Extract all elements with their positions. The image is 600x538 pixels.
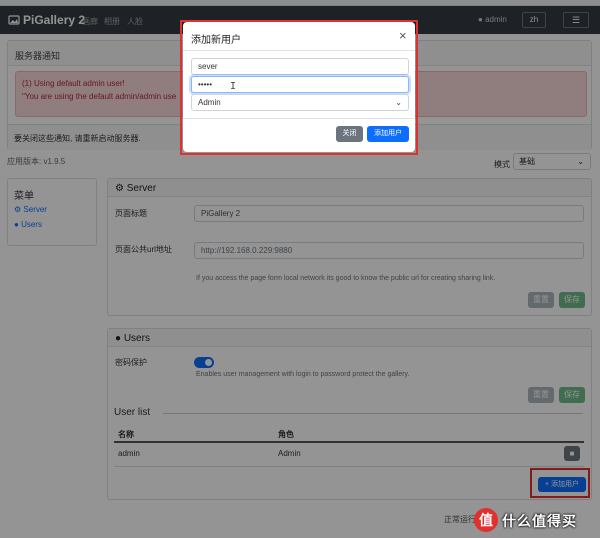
close-icon[interactable]: × <box>399 28 407 43</box>
chevron-down-icon: ⌄ <box>395 98 402 107</box>
modal-add-user-button[interactable]: 添加用户 <box>367 126 409 142</box>
role-value: Admin <box>198 98 221 107</box>
username-input[interactable]: sever <box>191 58 409 75</box>
password-mask: ••••• <box>198 80 213 89</box>
watermark-text: 什么值得买 <box>502 513 577 529</box>
modal-header-divider <box>183 50 415 51</box>
text-cursor-icon: I <box>230 81 237 92</box>
modal-close-button[interactable]: 关闭 <box>336 126 363 142</box>
watermark: 值 什么值得买 <box>474 508 600 534</box>
modal-title: 添加新用户 <box>191 35 241 46</box>
role-select[interactable]: Admin ⌄ <box>191 94 409 111</box>
modal-footer-divider <box>183 118 415 119</box>
add-user-modal: 添加新用户 × sever ••••• I Admin ⌄ 关闭 添加用户 <box>183 22 415 152</box>
password-input[interactable]: ••••• I <box>191 76 409 93</box>
watermark-logo-icon: 值 <box>474 508 498 532</box>
